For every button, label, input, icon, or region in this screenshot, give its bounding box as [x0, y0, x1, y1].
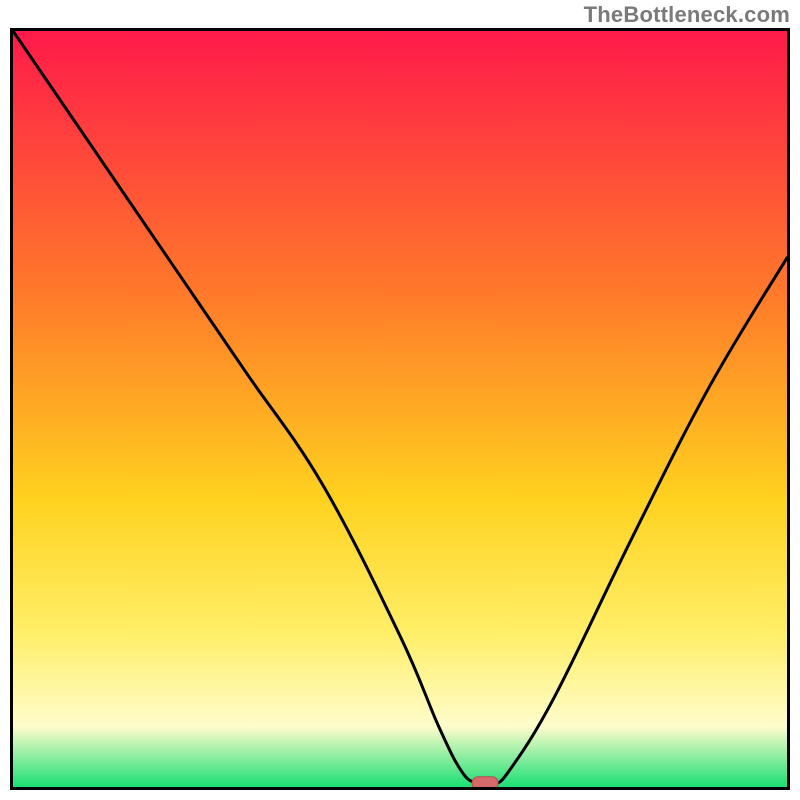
attribution-text: TheBottleneck.com — [584, 2, 790, 28]
plot-frame — [10, 28, 790, 790]
gradient-background — [13, 31, 787, 787]
chart-container: TheBottleneck.com — [0, 0, 800, 800]
bottleneck-chart — [10, 28, 790, 790]
